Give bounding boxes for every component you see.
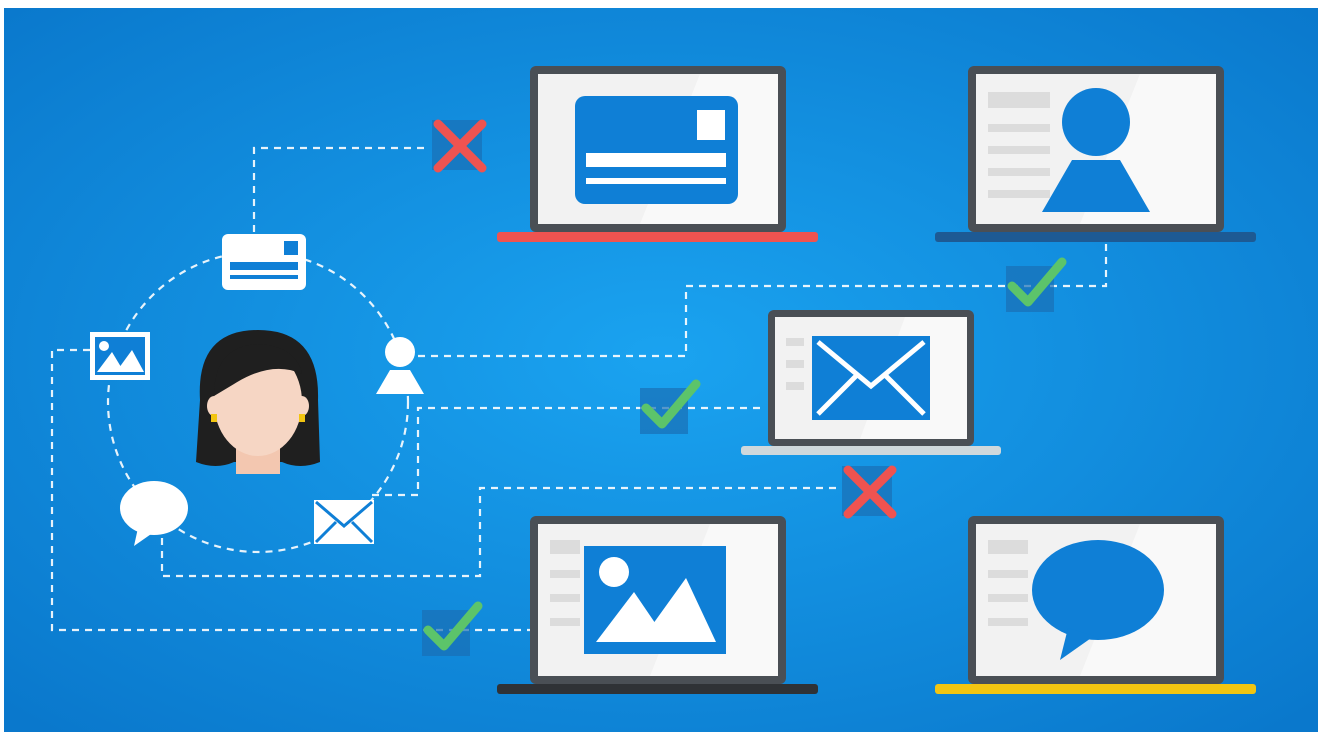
card-laptop [497, 66, 818, 242]
cross-icon [842, 465, 897, 519]
check-icon [640, 379, 701, 434]
laptop-base [741, 446, 1001, 455]
photo-icon [90, 332, 150, 380]
earring [211, 414, 217, 422]
mail-laptop [741, 310, 1001, 455]
profile-laptop [935, 66, 1256, 242]
envelope-icon [812, 336, 930, 420]
laptop-base [497, 232, 818, 242]
laptop-base [497, 684, 818, 694]
check-icon [1006, 257, 1067, 312]
earring [299, 414, 305, 422]
text-lines [786, 338, 804, 390]
id-card-icon [222, 234, 306, 290]
credit-card-icon [575, 96, 738, 204]
cross-icon [432, 119, 487, 173]
check-icon [422, 601, 483, 656]
laptop-base [935, 684, 1256, 694]
image-icon [584, 546, 726, 654]
data-sharing-illustration [4, 8, 1318, 732]
laptop-base [935, 232, 1256, 242]
image-laptop [497, 516, 818, 694]
avatar [196, 330, 320, 474]
mail-icon [314, 500, 374, 544]
chat-laptop [935, 516, 1256, 694]
